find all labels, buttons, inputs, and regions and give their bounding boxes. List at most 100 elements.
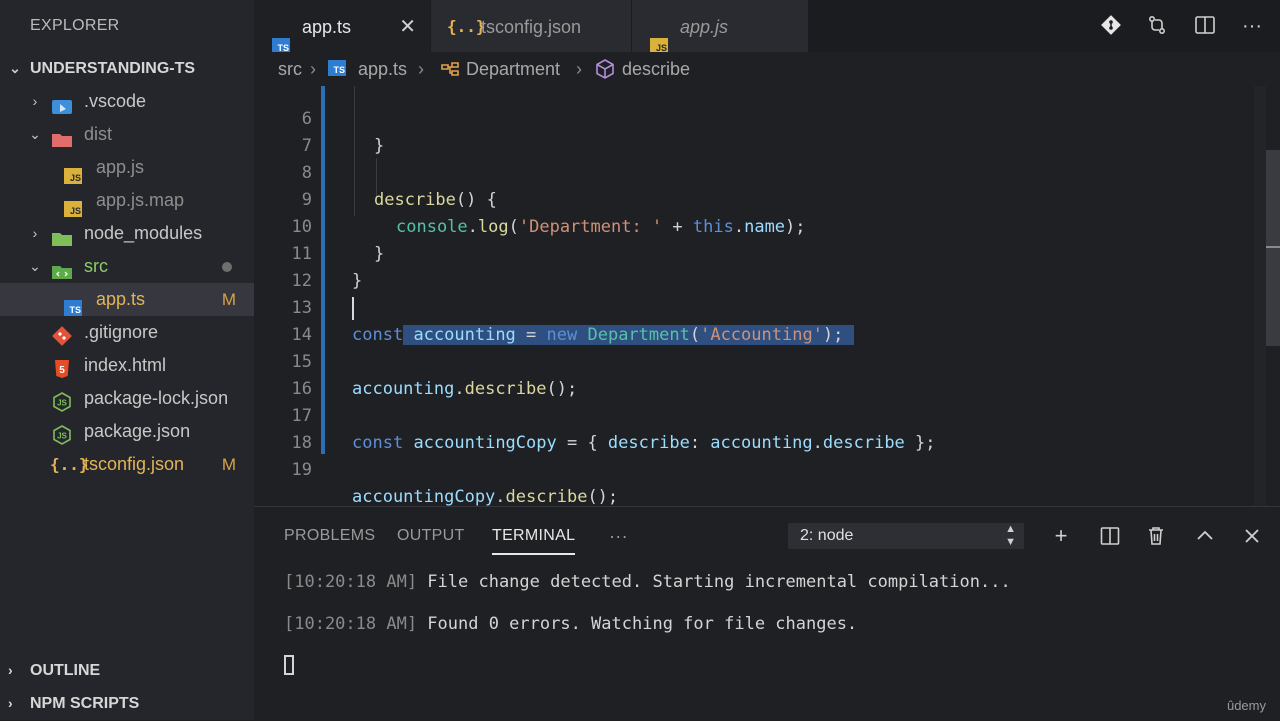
svg-text:JS: JS	[57, 432, 67, 441]
src-folder-icon	[52, 258, 72, 279]
tree-item-app-ts[interactable]: TS app.ts M	[0, 283, 254, 316]
scrollbar-thumb[interactable]	[1266, 150, 1280, 346]
node-folder-icon	[52, 225, 72, 246]
tab-terminal[interactable]: TERMINAL	[492, 525, 576, 555]
code-line: 17 const accountingCopy = { describe: ac…	[254, 376, 1254, 453]
tree-item-src[interactable]: ⌄ src	[0, 250, 254, 283]
outline-section[interactable]: › OUTLINE	[0, 654, 254, 687]
code-editor[interactable]: 6 } 7 8 describe() { 9 console.log('Depa…	[254, 86, 1280, 506]
text-cursor	[352, 297, 354, 320]
terminal-selector[interactable]: 2: node ▲ ▼	[788, 523, 1024, 549]
tree-item-index-html[interactable]: 5 index.html	[0, 349, 254, 382]
split-terminal-icon[interactable]	[1097, 523, 1123, 549]
tree-item-dist[interactable]: ⌄ dist	[0, 118, 254, 151]
class-symbol-icon	[440, 61, 460, 77]
udemy-watermark: ûdemy	[1226, 698, 1266, 713]
maximize-panel-icon[interactable]	[1192, 523, 1218, 549]
tab-app-ts[interactable]: TS app.ts ✕	[254, 0, 430, 54]
svg-text:5: 5	[59, 365, 65, 376]
code-line: 11 }	[254, 214, 1254, 291]
tab-output[interactable]: OUTPUT	[397, 525, 465, 555]
breadcrumb-method[interactable]: describe	[622, 52, 690, 86]
dist-folder-icon	[52, 126, 72, 147]
code-line: 14	[254, 295, 1254, 345]
method-symbol-icon	[596, 59, 614, 79]
open-changes-icon[interactable]	[1145, 14, 1169, 38]
tree-item-label: src	[84, 256, 108, 276]
tree-item-label: .vscode	[84, 91, 147, 111]
tree-item-node-modules[interactable]: › node_modules	[0, 217, 254, 250]
chevron-right-icon: ›	[576, 59, 582, 79]
chevron-right-icon: ›	[32, 93, 38, 109]
close-panel-icon[interactable]	[1239, 523, 1265, 549]
token-variable: accountingCopy	[352, 487, 496, 506]
vertical-scrollbar[interactable]	[1254, 86, 1266, 506]
breadcrumb-file[interactable]: app.ts	[358, 52, 407, 86]
code-line: 13 const accounting = new Department('Ac…	[254, 268, 1254, 345]
terminal-line: [10:20:18 AM] Found 0 errors. Watching f…	[284, 611, 857, 637]
tab-problems[interactable]: PROBLEMS	[284, 525, 375, 555]
tree-root-folder[interactable]: ⌄ UNDERSTANDING-TS	[0, 52, 254, 85]
close-icon[interactable]: ✕	[399, 0, 416, 54]
modified-dot-icon	[222, 262, 232, 272]
tree-item-gitignore[interactable]: .gitignore	[0, 316, 254, 349]
ts-file-icon: TS	[64, 291, 84, 316]
tree-item-vscode[interactable]: › .vscode	[0, 85, 254, 118]
js-map-file-icon: JS	[64, 192, 84, 217]
tree-item-package-json[interactable]: JS package.json	[0, 415, 254, 448]
editor-tab-bar: TS app.ts ✕ {..} tsconfig.json JS app.js…	[254, 0, 1280, 54]
json-file-icon: {..}	[447, 17, 486, 36]
modified-badge: M	[221, 455, 236, 474]
npm-scripts-section[interactable]: › NPM SCRIPTS	[0, 687, 254, 720]
terminal-timestamp: [10:20:18 AM]	[284, 572, 418, 592]
code-line: 8 describe() {	[254, 133, 1254, 210]
node-js-icon: JS	[52, 423, 72, 445]
more-actions-icon[interactable]: ···	[1240, 14, 1264, 38]
git-compare-icon[interactable]	[1099, 14, 1123, 38]
tree-item-app-js[interactable]: JS app.js	[0, 151, 254, 184]
tab-label: app.ts	[302, 17, 352, 37]
tree-item-label: .gitignore	[84, 322, 159, 342]
chevron-right-icon: ›	[32, 225, 38, 241]
code-line: 19 accountingCopy.describe();	[254, 430, 1254, 506]
tree-item-label: index.html	[84, 355, 167, 375]
trash-icon[interactable]	[1143, 523, 1169, 549]
tree-item-tsconfig[interactable]: {..} tsconfig.json M	[0, 448, 254, 481]
new-terminal-icon[interactable]: +	[1048, 523, 1074, 549]
chevron-down-icon: ⌄	[9, 60, 21, 76]
tab-label: app.js	[680, 17, 729, 37]
chevron-right-icon: ›	[310, 59, 316, 79]
js-file-icon: JS	[64, 159, 84, 184]
breadcrumb-src[interactable]: src	[278, 52, 302, 86]
token-punct: ();	[587, 487, 619, 506]
code-line: 18	[254, 403, 1254, 453]
tree-item-package-lock[interactable]: JS package-lock.json	[0, 382, 254, 415]
cursor-position-marker	[1266, 246, 1280, 248]
tab-app-js[interactable]: JS app.js	[632, 0, 808, 54]
modified-badge: M	[221, 290, 236, 309]
chevron-right-icon: ›	[8, 662, 13, 678]
code-line: 10 }	[254, 187, 1254, 264]
tab-label: tsconfig.json	[481, 17, 582, 37]
breadcrumb: src › TS app.ts › Department › describe	[254, 52, 1280, 86]
json-file-icon: {..}	[50, 455, 89, 474]
explorer-sidebar: EXPLORER ⌄ UNDERSTANDING-TS › .vscode ⌄ …	[0, 0, 254, 720]
token-function: describe	[505, 487, 588, 506]
updown-arrow-icon: ▲ ▼	[1005, 523, 1016, 548]
npm-scripts-label: NPM SCRIPTS	[30, 695, 140, 712]
chevron-down-icon: ⌄	[29, 126, 41, 142]
breadcrumb-class[interactable]: Department	[466, 52, 560, 86]
terminal-cursor	[284, 655, 294, 675]
code-line: 9 console.log('Department: ' + this.name…	[254, 160, 1254, 237]
chevron-down-icon: ⌄	[29, 258, 41, 274]
split-editor-icon[interactable]	[1193, 14, 1217, 38]
tree-item-label: app.ts	[96, 289, 146, 309]
terminal-timestamp: [10:20:18 AM]	[284, 614, 418, 634]
terminal-line: [10:20:18 AM] File change detected. Star…	[284, 569, 1011, 595]
tree-item-app-js-map[interactable]: JS app.js.map	[0, 184, 254, 217]
tree-item-label: tsconfig.json	[84, 454, 185, 474]
tree-root-label: UNDERSTANDING-TS	[30, 60, 196, 77]
tab-tsconfig-json[interactable]: {..} tsconfig.json	[431, 0, 631, 52]
tree-item-label: node_modules	[84, 223, 203, 243]
more-tabs-icon[interactable]: ···	[609, 525, 628, 555]
